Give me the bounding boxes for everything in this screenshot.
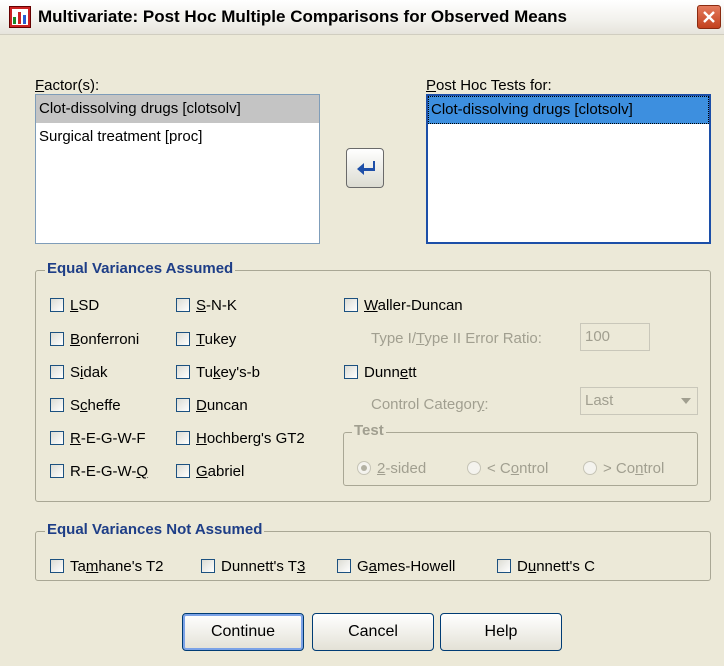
gabriel-checkbox[interactable]: Gabriel: [176, 462, 244, 482]
factor-item-proc[interactable]: Surgical treatment [proc]: [36, 123, 319, 151]
posthoc-label: Post Hoc Tests for:: [426, 77, 552, 94]
bonferroni-checkbox[interactable]: Bonferroni: [50, 330, 139, 350]
help-button[interactable]: Help: [440, 613, 562, 651]
dunnett-checkbox[interactable]: Dunnett: [344, 363, 417, 383]
dunnett-t3-checkbox[interactable]: Dunnett's T3: [201, 557, 305, 577]
regwq-checkbox[interactable]: R-E-G-W-Q: [50, 462, 148, 482]
two-sided-radio[interactable]: 2-sided: [357, 459, 426, 479]
greater-control-radio[interactable]: > Control: [583, 459, 664, 479]
tukeys-b-checkbox[interactable]: Tukey's-b: [176, 363, 260, 383]
scheffe-checkbox[interactable]: Scheffe: [50, 396, 121, 416]
arrow-left-icon: [357, 161, 375, 175]
factors-listbox[interactable]: Clot-dissolving drugs [clotsolv] Surgica…: [35, 94, 320, 244]
error-ratio-label: Type I/Type II Error Ratio:: [371, 330, 542, 347]
factor-item-clotsolv[interactable]: Clot-dissolving drugs [clotsolv]: [36, 95, 319, 123]
equal-variances-assumed-title: Equal Variances Assumed: [45, 260, 236, 277]
chevron-down-icon: [681, 398, 691, 404]
less-control-radio[interactable]: < Control: [467, 459, 548, 479]
games-howell-checkbox[interactable]: Games-Howell: [337, 557, 455, 577]
test-group-title: Test: [352, 422, 386, 439]
spss-app-icon: [9, 6, 31, 28]
lsd-checkbox[interactable]: LSD: [50, 296, 99, 316]
error-ratio-field[interactable]: 100: [580, 323, 650, 351]
control-category-label: Control Category:: [371, 396, 489, 413]
window-title: Multivariate: Post Hoc Multiple Comparis…: [38, 7, 567, 26]
continue-button[interactable]: Continue: [182, 613, 304, 651]
dunnett-c-checkbox[interactable]: Dunnett's C: [497, 557, 595, 577]
snk-checkbox[interactable]: S-N-K: [176, 296, 237, 316]
posthoc-item-clotsolv[interactable]: Clot-dissolving drugs [clotsolv]: [428, 96, 709, 124]
hochberg-checkbox[interactable]: Hochberg's GT2: [176, 429, 305, 449]
waller-duncan-checkbox[interactable]: Waller-Duncan: [344, 296, 463, 316]
regwf-checkbox[interactable]: R-E-G-W-F: [50, 429, 146, 449]
tukey-checkbox[interactable]: Tukey: [176, 330, 236, 350]
posthoc-listbox[interactable]: Clot-dissolving drugs [clotsolv]: [426, 94, 711, 244]
sidak-checkbox[interactable]: Sidak: [50, 363, 108, 383]
cancel-button[interactable]: Cancel: [312, 613, 434, 651]
close-icon: [703, 11, 715, 23]
equal-variances-not-assumed-title: Equal Variances Not Assumed: [45, 521, 265, 538]
control-category-select[interactable]: Last: [580, 387, 698, 415]
control-category-value: Last: [585, 392, 614, 409]
title-bar: Multivariate: Post Hoc Multiple Comparis…: [0, 0, 724, 35]
close-button[interactable]: [697, 5, 721, 29]
duncan-checkbox[interactable]: Duncan: [176, 396, 248, 416]
move-factor-button[interactable]: [346, 148, 384, 188]
tamhane-checkbox[interactable]: Tamhane's T2: [50, 557, 163, 577]
factors-label: Factor(s):: [35, 77, 100, 94]
